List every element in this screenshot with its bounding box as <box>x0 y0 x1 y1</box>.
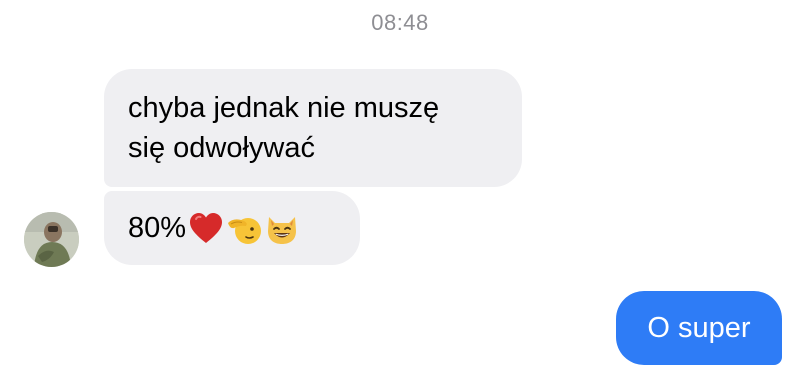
emoji-group <box>188 211 300 247</box>
message-text: chyba jednak nie muszę się odwoływać <box>128 92 440 164</box>
incoming-message-bubble[interactable]: chyba jednak nie muszę się odwoływać <box>104 69 522 187</box>
red-heart-icon <box>190 213 223 244</box>
saluting-face-icon <box>228 218 262 245</box>
avatar-photo <box>24 212 79 267</box>
message-content: 80% <box>128 208 300 248</box>
chat-thread: 08:48 chyba jednak nie muszę się odwoływ… <box>0 0 800 368</box>
message-text: O super <box>647 312 751 344</box>
message-text: 80% <box>128 212 187 244</box>
grinning-cat-icon <box>268 217 297 245</box>
avatar[interactable] <box>24 212 79 267</box>
message-timestamp: 08:48 <box>371 10 429 35</box>
outgoing-message-bubble[interactable]: O super <box>616 291 782 365</box>
incoming-message-bubble[interactable]: 80% <box>104 191 360 265</box>
